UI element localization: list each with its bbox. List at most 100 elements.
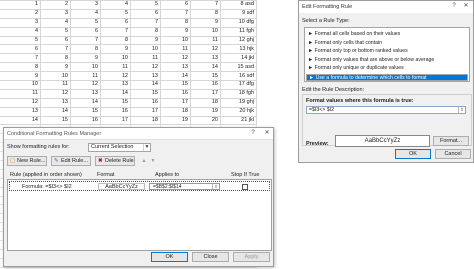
cell[interactable]: 5 <box>70 17 101 28</box>
cell[interactable]: 17 <box>190 88 221 99</box>
cell[interactable]: 6 <box>100 17 131 28</box>
cell[interactable]: 13 <box>100 80 131 90</box>
cell[interactable]: 18 <box>130 115 161 126</box>
cell[interactable]: 10 <box>100 53 131 64</box>
range-select-icon[interactable]: ⇧ <box>212 184 219 189</box>
cell[interactable]: 11 <box>130 53 161 64</box>
close-icon[interactable]: ✕ <box>461 2 471 11</box>
cell[interactable]: 9 <box>0 71 41 82</box>
cell[interactable]: 10 dfg <box>220 17 257 28</box>
cell[interactable]: 3 <box>0 17 41 28</box>
cell[interactable]: 10 <box>70 62 101 73</box>
applies-to-field[interactable]: =$B$2:$I$14 ⇧ <box>149 183 220 190</box>
cell[interactable]: 10 <box>160 35 191 46</box>
cell[interactable]: 5 <box>40 26 71 37</box>
cell[interactable]: 12 <box>100 71 131 82</box>
cell[interactable]: 11 <box>100 62 131 73</box>
cell[interactable]: 3 <box>40 8 71 19</box>
cell[interactable]: 9 sdf <box>220 8 257 19</box>
cell[interactable]: 4 <box>70 8 101 19</box>
cell[interactable]: 15 asd <box>220 62 257 73</box>
cell[interactable]: 13 <box>130 71 161 82</box>
rule-type-item[interactable]: ► Format all cells based on their values <box>306 31 468 39</box>
cell[interactable]: 19 <box>160 115 191 126</box>
cell[interactable]: 15 <box>100 97 131 108</box>
cell[interactable]: 12 <box>130 62 161 73</box>
cell[interactable]: 15 <box>40 115 71 126</box>
cell[interactable]: 16 <box>190 80 221 90</box>
cell[interactable]: 13 <box>190 53 221 64</box>
cell[interactable]: 17 <box>130 106 161 117</box>
cell[interactable]: 14 <box>130 80 161 90</box>
cell[interactable]: 8 <box>0 62 41 73</box>
rule-row[interactable]: Formula: =$I3<> $I2 AaBbCcYyZz =$B$2:$I$… <box>9 181 270 191</box>
cell[interactable]: 17 <box>100 115 131 126</box>
cell[interactable]: 12 <box>190 44 221 55</box>
move-up-icon[interactable]: ▲ <box>140 157 148 165</box>
cell[interactable]: 18 fgh <box>220 88 257 99</box>
help-icon[interactable]: ? <box>248 129 258 138</box>
cell[interactable]: 21 jkl <box>220 115 257 126</box>
cell[interactable]: 15 <box>70 106 101 117</box>
cell[interactable]: 16 <box>160 88 191 99</box>
cell[interactable]: 14 <box>70 97 101 108</box>
cell[interactable]: 16 sdf <box>220 71 257 82</box>
formula-input[interactable]: =$I3<> $I2 ⇧ <box>306 106 466 114</box>
cell[interactable]: 6 <box>70 26 101 37</box>
cell[interactable]: 13 <box>70 88 101 99</box>
cell[interactable]: 13 <box>160 62 191 73</box>
ok-button[interactable]: OK <box>151 252 188 262</box>
move-down-icon[interactable]: ▼ <box>149 157 157 165</box>
cell[interactable]: 11 <box>70 71 101 82</box>
cell[interactable]: 7 <box>100 26 131 37</box>
cell[interactable]: 9 <box>70 53 101 64</box>
cell[interactable]: 6 <box>40 35 71 46</box>
cell[interactable]: 20 hjk <box>220 106 257 117</box>
cell[interactable]: 10 <box>40 71 71 82</box>
cell[interactable]: 19 <box>190 106 221 117</box>
cell[interactable]: 8 <box>160 17 191 28</box>
scope-select[interactable]: Current Selection ▼ <box>88 143 151 152</box>
cell[interactable]: 16 <box>70 115 101 126</box>
cell[interactable]: 7 <box>130 17 161 28</box>
cell[interactable]: 3 <box>70 0 101 10</box>
cell[interactable]: 20 <box>190 115 221 126</box>
cell[interactable]: 11 <box>190 35 221 46</box>
rule-type-item[interactable]: ► Format only top or bottom ranked value… <box>306 48 468 56</box>
cell[interactable]: 1 <box>0 0 41 10</box>
help-icon[interactable]: ? <box>449 2 459 11</box>
cell[interactable]: 11 fgh <box>220 26 257 37</box>
cell[interactable]: 7 <box>40 44 71 55</box>
chevron-down-icon[interactable]: ▼ <box>143 144 150 151</box>
cell[interactable]: 2 <box>0 8 41 19</box>
cell[interactable]: 8 <box>40 53 71 64</box>
cell[interactable]: 7 <box>190 0 221 10</box>
new-rule-button[interactable]: ▢ New Rule... <box>7 156 47 166</box>
cell[interactable]: 19 ghj <box>220 97 257 108</box>
cell[interactable]: 7 <box>160 8 191 19</box>
cell[interactable]: 12 <box>160 53 191 64</box>
cell[interactable]: 9 <box>130 35 161 46</box>
cell[interactable]: 8 <box>190 8 221 19</box>
cell[interactable]: 6 <box>130 8 161 19</box>
cell[interactable]: 14 <box>160 71 191 82</box>
cell[interactable]: 12 <box>0 97 41 108</box>
cell[interactable]: 5 <box>130 0 161 10</box>
close-icon[interactable]: ✕ <box>262 129 272 138</box>
cell[interactable]: 12 <box>40 88 71 99</box>
rule-type-item[interactable]: ► Format only values that are above or b… <box>306 57 468 65</box>
cell[interactable]: 7 <box>0 53 41 64</box>
cell[interactable]: 6 <box>0 44 41 55</box>
cell[interactable]: 14 <box>190 62 221 73</box>
apply-button[interactable]: Apply <box>233 252 270 262</box>
cell[interactable]: 15 <box>130 88 161 99</box>
edit-rule-button[interactable]: ✎ Edit Rule... <box>51 156 91 166</box>
cell[interactable]: 14 <box>100 88 131 99</box>
stop-if-true-checkbox[interactable] <box>242 184 248 190</box>
cancel-button[interactable]: Cancel <box>435 149 471 159</box>
cell[interactable]: 11 <box>0 88 41 99</box>
cell[interactable]: 7 <box>70 35 101 46</box>
cell[interactable]: 18 <box>160 106 191 117</box>
cell[interactable]: 14 <box>40 106 71 117</box>
cell[interactable]: 17 dfg <box>220 80 257 90</box>
